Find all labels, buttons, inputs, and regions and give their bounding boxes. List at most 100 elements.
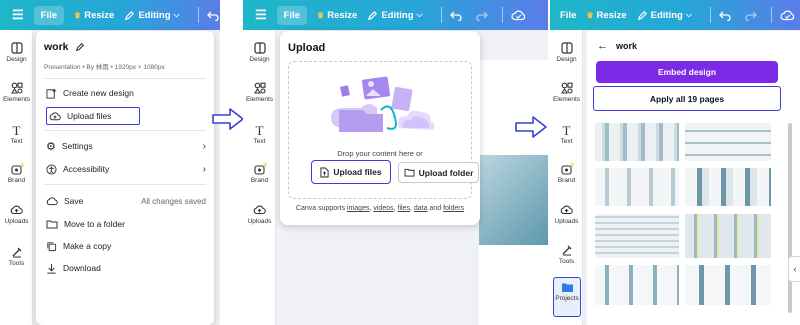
file-button[interactable]: File bbox=[560, 10, 576, 21]
rail-brand[interactable]: ♛ Brand bbox=[243, 162, 276, 184]
page-thumbnail[interactable] bbox=[595, 168, 679, 206]
menu-download[interactable]: Download bbox=[46, 259, 206, 277]
undo-icon[interactable] bbox=[719, 9, 731, 21]
menu-upload-files-label: Upload files bbox=[67, 111, 112, 121]
rail-design-label: Design bbox=[249, 56, 270, 63]
menu-icon[interactable]: ☰ bbox=[255, 7, 267, 23]
rail-text[interactable]: T Text bbox=[550, 124, 583, 146]
menu-accessibility[interactable]: Accessibility › bbox=[46, 160, 206, 178]
menu-create-new-design[interactable]: Create new design bbox=[46, 84, 206, 102]
menu-accessibility-label: Accessibility bbox=[63, 164, 110, 174]
rail-design[interactable]: Design bbox=[550, 42, 583, 63]
brand-icon: ♛ bbox=[10, 162, 24, 175]
link-folders[interactable]: folders bbox=[443, 205, 464, 212]
cloud-check-icon[interactable] bbox=[780, 9, 795, 21]
page-thumbnail[interactable] bbox=[685, 214, 771, 258]
undo-icon[interactable] bbox=[449, 9, 462, 21]
scrollbar[interactable] bbox=[788, 123, 792, 313]
redo-icon[interactable] bbox=[745, 9, 757, 21]
menu-save[interactable]: Save All changes saved bbox=[46, 192, 206, 210]
pencil-icon bbox=[368, 10, 378, 20]
link-files[interactable]: files bbox=[398, 205, 410, 212]
upload-files-label: Upload files bbox=[333, 167, 382, 177]
editing-dropdown[interactable]: Editing ⌵ bbox=[124, 10, 180, 21]
pencil-icon[interactable] bbox=[75, 42, 85, 52]
pencil-icon bbox=[125, 10, 135, 20]
rail-tools[interactable]: Tools bbox=[550, 244, 583, 265]
page-thumbnail[interactable] bbox=[595, 214, 679, 258]
topbar: ☰ File ♛ Resize Editing ⌵ bbox=[0, 0, 220, 30]
page-thumbnail[interactable] bbox=[685, 265, 771, 305]
rail-projects[interactable]: Projects bbox=[553, 277, 581, 317]
editing-dropdown[interactable]: Editing ⌵ bbox=[637, 10, 692, 21]
collapse-panel-button[interactable]: ‹ bbox=[788, 256, 800, 282]
svg-text:♛: ♛ bbox=[569, 162, 574, 169]
rail-elements[interactable]: Elements bbox=[0, 82, 33, 103]
resize-button[interactable]: ♛ Resize bbox=[586, 10, 626, 21]
topbar-divider bbox=[770, 7, 772, 23]
file-button[interactable]: File bbox=[33, 5, 65, 25]
apply-all-pages-button[interactable]: Apply all 19 pages bbox=[593, 86, 781, 111]
embed-design-button[interactable]: Embed design bbox=[596, 61, 778, 83]
rail-elements-label: Elements bbox=[2, 96, 31, 103]
topbar: ☰ File ♛ Resize Editing ⌵ bbox=[243, 0, 548, 30]
undo-icon[interactable] bbox=[206, 9, 219, 21]
resize-button[interactable]: ♛ Resize bbox=[317, 10, 357, 21]
design-title[interactable]: work bbox=[44, 41, 69, 53]
page-thumbnail[interactable] bbox=[595, 123, 679, 161]
cloud-upload-icon bbox=[49, 111, 61, 120]
file-button[interactable]: File bbox=[276, 5, 308, 25]
rail-text[interactable]: T Text bbox=[0, 124, 33, 146]
topbar-divider bbox=[440, 7, 442, 23]
accessibility-icon bbox=[46, 163, 57, 175]
arrow-right-icon bbox=[212, 108, 244, 130]
link-images[interactable]: images bbox=[347, 205, 370, 212]
page-thumbnail[interactable] bbox=[685, 168, 771, 206]
rail-text-label: Text bbox=[560, 138, 573, 145]
rail-elements[interactable]: Elements bbox=[550, 82, 583, 103]
rail-brand[interactable]: ♛ Brand bbox=[0, 162, 33, 184]
chevron-right-icon: › bbox=[202, 163, 206, 175]
tools-icon bbox=[12, 247, 21, 258]
rail-brand-label: Brand bbox=[250, 177, 269, 184]
rail-elements[interactable]: Elements bbox=[243, 82, 276, 103]
menu-make-copy[interactable]: Make a copy bbox=[46, 237, 206, 255]
rail-uploads[interactable]: Uploads bbox=[243, 204, 276, 225]
elements-icon bbox=[560, 82, 573, 94]
back-arrow-icon[interactable]: ← bbox=[597, 40, 608, 52]
download-icon bbox=[47, 263, 56, 274]
upload-files-button[interactable]: Upload files bbox=[311, 160, 391, 184]
resize-button[interactable]: ♛ Resize bbox=[74, 10, 114, 21]
editing-dropdown[interactable]: Editing ⌵ bbox=[367, 10, 423, 21]
chevron-down-icon: ⌵ bbox=[416, 10, 423, 19]
rail-design[interactable]: Design bbox=[243, 42, 276, 63]
rail-brand[interactable]: ♛ Brand bbox=[550, 162, 583, 184]
rail-uploads[interactable]: Uploads bbox=[0, 204, 33, 225]
menu-move-to-folder[interactable]: Move to a folder bbox=[46, 215, 206, 233]
cloud-check-icon[interactable] bbox=[511, 9, 526, 21]
menu-settings[interactable]: ⚙ Settings › bbox=[46, 137, 206, 155]
design-icon bbox=[10, 42, 23, 54]
folder-icon bbox=[561, 283, 573, 292]
text-icon: T bbox=[255, 123, 264, 138]
chevron-left-icon: ‹ bbox=[793, 264, 797, 274]
upload-folder-button[interactable]: Upload folder bbox=[398, 162, 479, 183]
project-title: work bbox=[616, 41, 638, 51]
link-data[interactable]: data bbox=[414, 205, 428, 212]
menu-settings-label: Settings bbox=[61, 141, 93, 151]
link-videos[interactable]: videos bbox=[373, 205, 393, 212]
redo-icon[interactable] bbox=[476, 9, 488, 21]
rail-uploads[interactable]: Uploads bbox=[550, 204, 583, 225]
page-thumbnail[interactable] bbox=[685, 123, 771, 161]
menu-icon[interactable]: ☰ bbox=[12, 7, 24, 23]
projects-header: ← work bbox=[597, 40, 637, 52]
upload-illustration bbox=[331, 76, 435, 132]
embed-design-label: Embed design bbox=[657, 67, 717, 77]
page-thumbnail[interactable] bbox=[595, 265, 679, 305]
topbar-divider bbox=[197, 7, 199, 23]
menu-upload-files[interactable]: Upload files bbox=[46, 107, 140, 125]
rail-text-label: Text bbox=[253, 138, 266, 145]
rail-design[interactable]: Design bbox=[0, 42, 33, 63]
rail-tools[interactable]: Tools bbox=[0, 246, 33, 267]
rail-text[interactable]: T Text bbox=[243, 123, 276, 146]
